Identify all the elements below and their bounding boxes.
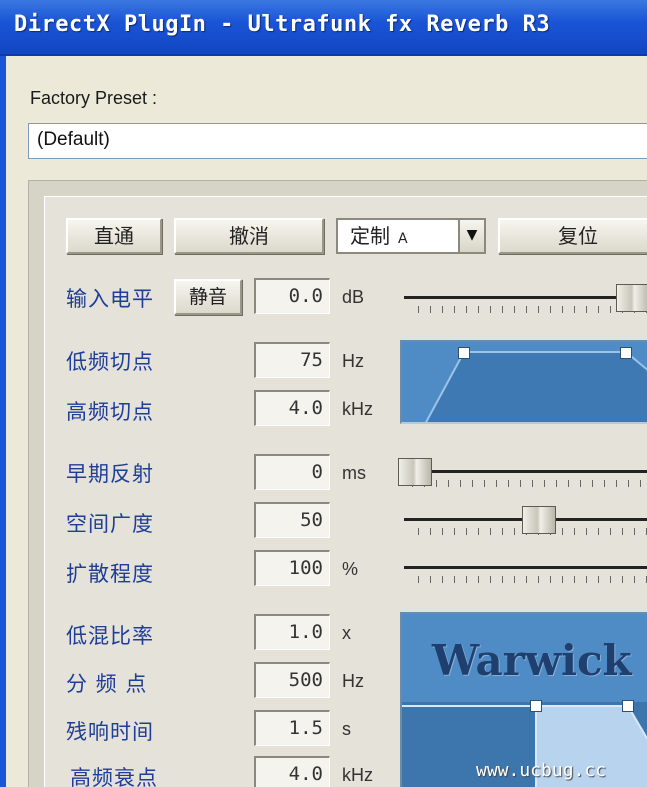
input-level-unit: dB xyxy=(342,287,365,307)
custom-preset-slot: A xyxy=(398,231,408,247)
high-damp-handle[interactable] xyxy=(622,700,634,712)
high-cut-label: 高频切点 xyxy=(66,400,154,424)
input-level-slider-thumb[interactable] xyxy=(616,284,647,312)
window-frame xyxy=(0,56,6,787)
input-level-label: 输入电平 xyxy=(66,287,154,311)
high-cut-unit: kHz xyxy=(342,399,373,419)
input-level-slider[interactable] xyxy=(404,284,647,314)
reset-button[interactable]: 复位 xyxy=(498,218,647,254)
low-mix-ratio-unit: x xyxy=(342,623,351,643)
mute-button[interactable]: 静音 xyxy=(174,279,242,315)
title-bar[interactable]: DirectX PlugIn - Ultrafunk fx Reverb R3 xyxy=(0,0,647,56)
high-cut-handle[interactable] xyxy=(620,347,632,359)
low-cut-handle[interactable] xyxy=(458,347,470,359)
early-reflections-unit: ms xyxy=(342,463,366,483)
custom-preset-label: 定制 xyxy=(350,224,390,248)
low-cut-unit: Hz xyxy=(342,351,364,371)
watermark-text: www.ucbug.cc xyxy=(476,760,607,781)
decay-time-label: 残响时间 xyxy=(66,720,154,744)
window-title: DirectX PlugIn - Ultrafunk fx Reverb R3 xyxy=(14,12,551,37)
room-width-field[interactable]: 50 xyxy=(254,502,330,538)
factory-preset-select[interactable]: (Default) xyxy=(28,123,647,159)
diffusion-field[interactable]: 100 xyxy=(254,550,330,586)
decay-time-field[interactable]: 1.5 xyxy=(254,710,330,746)
room-width-label: 空间广度 xyxy=(66,512,154,536)
high-cut-field[interactable]: 4.0 xyxy=(254,390,330,426)
eq-filter-curve xyxy=(425,351,647,422)
early-reflections-field[interactable]: 0 xyxy=(254,454,330,490)
high-damp-label: 高频衰点 xyxy=(70,766,158,787)
diffusion-slider[interactable] xyxy=(404,556,647,584)
bypass-button[interactable]: 直通 xyxy=(66,218,162,254)
room-width-slider[interactable] xyxy=(404,506,647,536)
diffusion-unit: % xyxy=(342,559,359,579)
low-cut-field[interactable]: 75 xyxy=(254,342,330,378)
decay-time-unit: s xyxy=(342,719,351,739)
early-reflections-label: 早期反射 xyxy=(66,462,154,486)
input-level-field[interactable]: 0.0 xyxy=(254,278,330,314)
crossover-label: 分 频 点 xyxy=(66,672,148,696)
room-width-slider-thumb[interactable] xyxy=(522,506,556,534)
crossover-handle[interactable] xyxy=(530,700,542,712)
diffusion-label: 扩散程度 xyxy=(66,562,154,586)
high-damp-unit: kHz xyxy=(342,765,373,785)
low-mix-ratio-field[interactable]: 1.0 xyxy=(254,614,330,650)
factory-preset-label: Factory Preset : xyxy=(30,88,158,108)
eq-filter-graph[interactable] xyxy=(400,340,647,424)
crossover-field[interactable]: 500 xyxy=(254,662,330,698)
high-damp-field[interactable]: 4.0 xyxy=(254,756,330,787)
plugin-window: DirectX PlugIn - Ultrafunk fx Reverb R3 … xyxy=(0,0,647,787)
low-cut-label: 低频切点 xyxy=(66,350,154,374)
early-reflections-slider-thumb[interactable] xyxy=(398,458,432,486)
early-reflections-slider[interactable] xyxy=(398,458,647,488)
undo-button[interactable]: 撤消 xyxy=(174,218,324,254)
crossover-unit: Hz xyxy=(342,671,364,691)
dropdown-arrow-icon[interactable]: ▼ xyxy=(458,218,486,254)
low-mix-ratio-label: 低混比率 xyxy=(66,624,154,648)
brand-logo-text: Warwick xyxy=(432,636,632,685)
custom-preset-combo[interactable]: 定制 A xyxy=(336,218,460,254)
